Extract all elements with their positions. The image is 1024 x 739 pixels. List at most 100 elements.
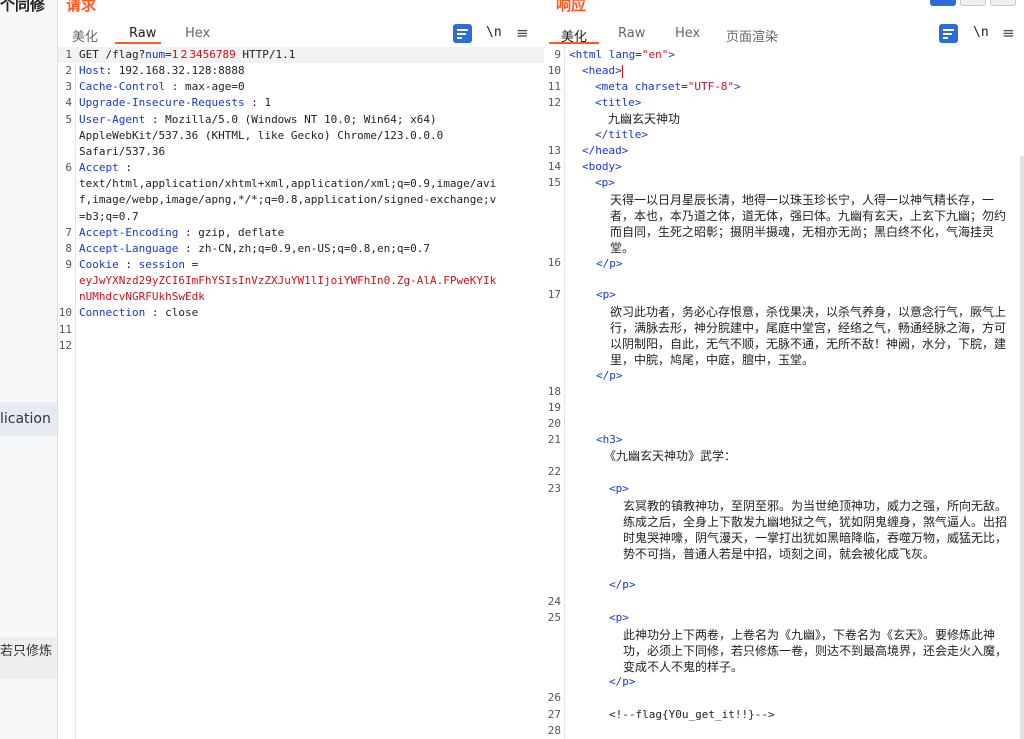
line-number: 15 — [547, 176, 561, 189]
code-text: GET /flag?num=1２3456789 HTTP/1.1 — [79, 47, 295, 63]
code-token: <html — [569, 48, 609, 61]
code-text: User-Agent : Mozilla/5.0 (Windows NT 10.… — [79, 112, 437, 128]
code-token: : zh-CN,zh;q=0.9,en-US;q=0.8,en;q=0.7 — [178, 241, 431, 255]
paragraph-text: 欲习此功者，务必心存恨意，杀伐果决，以杀气养身，以意念行气，厥气上行，满脉去形，… — [610, 305, 1007, 367]
code-token: = — [681, 80, 688, 93]
code-token: nUMhdcvNGRFUkhSwEdk — [79, 290, 205, 304]
code-text: 九幽玄天神功 — [608, 111, 680, 127]
response-title: 响应 — [556, 0, 587, 14]
code-token: num — [145, 48, 166, 61]
wrap-icon[interactable] — [939, 24, 958, 43]
code-token: "en" — [641, 48, 669, 61]
code-token: > — [734, 80, 741, 93]
code-line: 9 <html lang="en"> — [544, 47, 1024, 63]
code-line: text/html,application/xhtml+xml,applicat… — [58, 176, 544, 192]
line-number: 7 — [65, 225, 72, 239]
tab-raw[interactable]: Raw — [618, 26, 645, 41]
code-line: Safari/537.36 — [58, 144, 544, 160]
line-number: 8 — [65, 241, 72, 255]
line-number: 11 — [547, 80, 561, 93]
menu-icon[interactable]: ≡ — [1002, 24, 1015, 42]
code-text: Cookie : session = — [79, 257, 198, 273]
tab-beautify[interactable]: 美化 — [72, 26, 98, 45]
tab-hex[interactable]: Hex — [675, 26, 700, 41]
line-number: 12 — [58, 338, 72, 352]
code-token: = — [165, 48, 172, 61]
tab-render[interactable]: 页面渲染 — [726, 26, 778, 45]
code-text: eyJwYXNzd29yZCI6ImFhYSIsInVzZXJuYW1lIjoi… — [79, 273, 496, 289]
wrap-icon[interactable] — [453, 24, 472, 43]
menu-icon[interactable]: ≡ — [516, 24, 529, 42]
code-line: nUMhdcvNGRFUkhSwEdk — [58, 289, 544, 305]
code-line: eyJwYXNzd29yZCI6ImFhYSIsInVzZXJuYW1lIjoi… — [58, 273, 544, 289]
code-token: = — [184, 257, 199, 271]
code-text: <meta charset="UTF-8"> — [595, 79, 741, 95]
code-line: 17 <p> — [547, 288, 616, 301]
code-token: </title> — [595, 128, 648, 141]
newline-toggle[interactable]: \n — [973, 25, 989, 40]
code-line: 《九幽玄天神功》武学： — [604, 449, 737, 463]
line-number: 5 — [65, 112, 72, 126]
newline-toggle[interactable]: \n — [486, 25, 502, 40]
code-line: </title> — [544, 127, 1024, 143]
code-token: : Mozilla/5.0 (Windows NT 10.0; Win64; x… — [145, 112, 437, 126]
background-menu-label: lication — [0, 411, 51, 427]
code-line: 9 Cookie : session = — [58, 257, 544, 273]
code-token: <body> — [582, 160, 622, 173]
code-text: f,image/webp,image/apng,*/*;q=0.8,applic… — [79, 192, 496, 208]
code-token: Host — [79, 64, 106, 78]
line-number: 1 — [65, 48, 72, 61]
scrollbar[interactable] — [1020, 156, 1024, 739]
response-editor[interactable]: 9 <html lang="en"> 10 <head> 11 <meta charset… — [544, 47, 1024, 739]
code-line: 22 — [547, 465, 561, 478]
code-text: <head> — [582, 63, 623, 79]
code-token: : 1 — [244, 96, 272, 110]
code-line: 14 <body> — [544, 159, 1024, 175]
tab-hex[interactable]: Hex — [185, 26, 210, 41]
background-title-fragment: 个同修 — [0, 0, 46, 14]
code-line: =b3;q=0.7 — [58, 209, 544, 225]
code-token: GET /flag? — [79, 48, 146, 61]
code-line: 15 <p> — [544, 175, 1024, 191]
code-token: Cookie — [79, 257, 119, 271]
code-line: 10 Connection : close — [58, 305, 544, 321]
tab-raw[interactable]: Raw — [129, 26, 156, 41]
toolbar-button-2[interactable] — [960, 0, 986, 6]
response-panel: 响应 美化 Raw Hex 页面渲染 \n ≡ 9 <html lang="en"… — [544, 0, 1024, 739]
code-line: 6 Accept : — [58, 160, 544, 176]
code-token: : max-age=0 — [165, 80, 245, 94]
request-panel: 请求 美化 Raw Hex \n ≡ 1 GET /flag?num=1２3456… — [57, 0, 545, 739]
request-editor[interactable]: 1 GET /flag?num=1２3456789 HTTP/1.1 2 Host: … — [58, 47, 544, 739]
code-line: </p> — [609, 675, 636, 688]
toolbar-button-3[interactable] — [990, 0, 1016, 6]
code-line: </p> — [596, 257, 623, 270]
line-number: 10 — [547, 64, 561, 77]
request-tabs: 美化 Raw Hex \n ≡ — [58, 24, 544, 45]
code-text: AppleWebKit/537.36 (KHTML, like Gecko) C… — [79, 128, 443, 144]
line-number: 12 — [547, 96, 561, 109]
code-token: ２ — [178, 48, 190, 61]
toolbar-button-1[interactable] — [930, 0, 956, 6]
code-token: <head> — [582, 64, 622, 77]
code-line: 26 — [547, 691, 561, 704]
code-text: Connection : close — [79, 305, 198, 321]
code-token: Accept-Language — [79, 241, 179, 255]
code-line: 12 <title> — [544, 95, 1024, 111]
code-line: 19 — [547, 401, 561, 414]
code-token: text/html,application/xhtml+xml,applicat… — [79, 177, 497, 191]
code-token: Accept — [79, 161, 119, 175]
line-number: 9 — [554, 48, 561, 61]
text-cursor — [621, 64, 623, 78]
code-token: eyJwYXNzd29yZCI6ImFhYSIsInVzZXJuYW1lIjoi… — [79, 274, 497, 288]
code-text: Accept-Language : zh-CN,zh;q=0.9,en-US;q… — [79, 241, 430, 257]
code-line: 12 — [58, 338, 544, 354]
code-line: 2 Host: 192.168.32.128:8888 — [58, 63, 544, 79]
flag-comment: <!--flag{Y0u_get_it!!}--> — [609, 708, 775, 721]
code-token: Upgrade-Insecure-Requests — [79, 96, 245, 110]
paragraph-text: 此神功分上下两卷，上卷名为《九幽》，下卷名为《玄天》。要修炼此神功，必须上下同修… — [623, 628, 1008, 674]
code-line: </p> — [596, 369, 623, 382]
code-token: <p> — [595, 176, 615, 189]
code-token: : 192.168.32.128:8888 — [105, 64, 245, 78]
code-line: 11 — [58, 322, 544, 338]
code-text: =b3;q=0.7 — [79, 209, 139, 225]
